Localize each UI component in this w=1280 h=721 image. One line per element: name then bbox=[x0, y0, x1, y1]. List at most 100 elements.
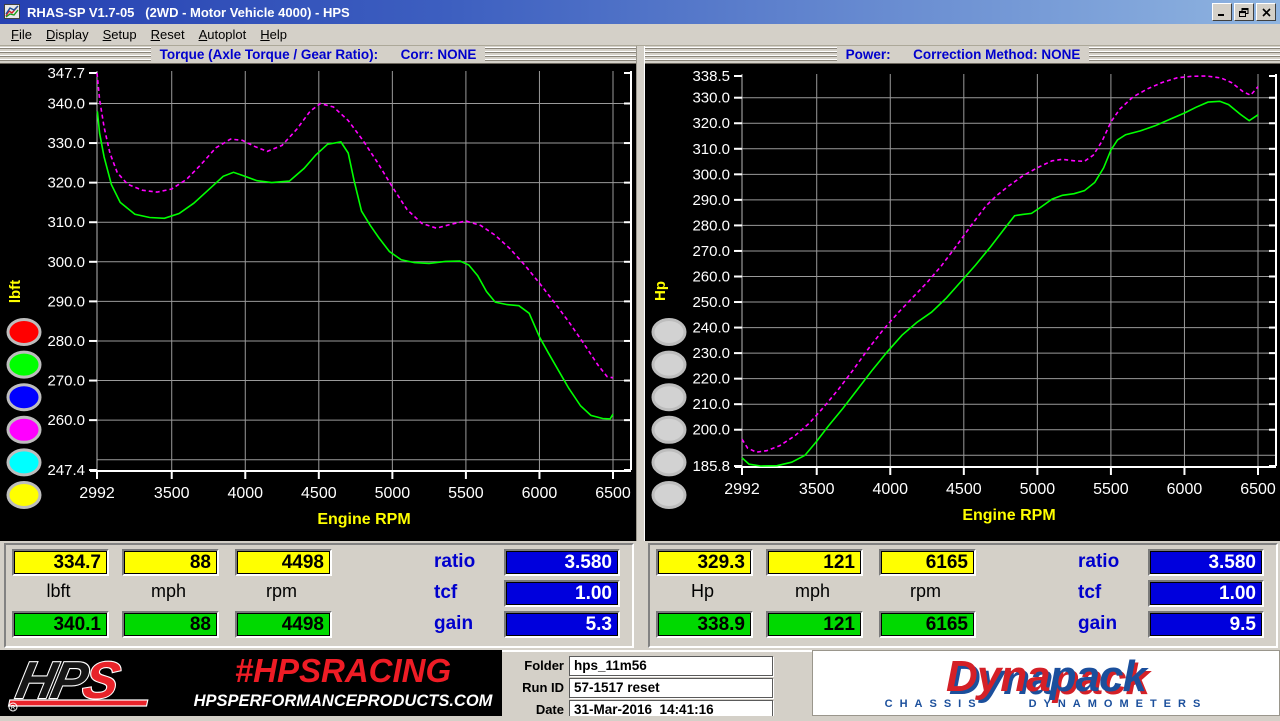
power-peak-mph-value-b: 121 bbox=[766, 611, 863, 638]
svg-text:2992: 2992 bbox=[724, 481, 760, 498]
menu-item-help[interactable]: Help bbox=[253, 25, 294, 44]
series-magenta-dashed-run bbox=[742, 76, 1258, 452]
torque-gain-label: gain bbox=[434, 613, 500, 635]
torque-chart: 347.7340.0330.0320.0310.0300.0290.0280.0… bbox=[0, 64, 636, 541]
svg-text:330.0: 330.0 bbox=[47, 135, 85, 152]
torque-peak-mph-value-a: 88 bbox=[122, 549, 219, 576]
svg-text:270.0: 270.0 bbox=[47, 373, 85, 390]
run-selector-gray-3[interactable] bbox=[653, 385, 685, 410]
svg-text:310.0: 310.0 bbox=[692, 141, 730, 158]
svg-text:270.0: 270.0 bbox=[692, 243, 730, 260]
svg-text:200.0: 200.0 bbox=[692, 422, 730, 439]
svg-text:3500: 3500 bbox=[154, 485, 190, 502]
menu-item-autoplot[interactable]: Autoplot bbox=[192, 25, 254, 44]
power-gain-value: 9.5 bbox=[1148, 611, 1264, 638]
menu-item-file[interactable]: File bbox=[4, 25, 39, 44]
svg-text:347.7: 347.7 bbox=[47, 65, 85, 82]
torque-values-panel: 334.7884498lbftmphrpm340.1884498ratio3.5… bbox=[4, 543, 634, 648]
series-green-solid-run bbox=[742, 101, 1258, 466]
power-peak-rpm-value-b: 6165 bbox=[879, 611, 976, 638]
run-selector-gray-2[interactable] bbox=[653, 352, 685, 377]
svg-text:4500: 4500 bbox=[946, 481, 982, 498]
power-peak-mph-value-a: 121 bbox=[766, 549, 863, 576]
run-selector-blue[interactable] bbox=[8, 385, 40, 410]
run-selector-gray-4[interactable] bbox=[653, 417, 685, 442]
window-title: RHAS-SP V1.7-05 (2WD - Motor Vehicle 400… bbox=[27, 5, 1212, 20]
power-unit-label-mph: mph bbox=[766, 581, 859, 602]
field-input-folder[interactable]: hps_11m56 bbox=[569, 656, 773, 676]
power-tcf-label: tcf bbox=[1078, 582, 1144, 604]
plot-border bbox=[735, 74, 1276, 467]
menu-item-reset[interactable]: Reset bbox=[144, 25, 192, 44]
x-axis-label: Engine RPM bbox=[317, 511, 410, 528]
power-peak-Hp-value-a: 329.3 bbox=[656, 549, 753, 576]
torque-peak-rpm-value-b: 4498 bbox=[235, 611, 332, 638]
torque-unit-label-lbft: lbft bbox=[12, 581, 105, 602]
svg-text:2992: 2992 bbox=[79, 485, 115, 502]
svg-text:4500: 4500 bbox=[301, 485, 337, 502]
app-icon bbox=[4, 4, 22, 20]
minimize-button[interactable] bbox=[1212, 3, 1232, 21]
run-selector-magenta[interactable] bbox=[8, 417, 40, 442]
restore-button[interactable] bbox=[1234, 3, 1254, 21]
menu-item-display[interactable]: Display bbox=[39, 25, 96, 44]
run-selector-gray-1[interactable] bbox=[653, 320, 685, 345]
charts-area: Torque (Axle Torque / Gear Ratio): Corr:… bbox=[0, 46, 1280, 543]
y-axis: 347.7340.0330.0320.0310.0300.0290.0280.0… bbox=[47, 65, 631, 479]
dynapack-logo: Dynapack bbox=[946, 657, 1146, 697]
torque-tcf-label: tcf bbox=[434, 582, 500, 604]
svg-text:6000: 6000 bbox=[1167, 481, 1203, 498]
torque-ratio-value: 3.580 bbox=[504, 549, 620, 576]
svg-text:250.0: 250.0 bbox=[692, 294, 730, 311]
svg-text:320.0: 320.0 bbox=[692, 115, 730, 132]
torque-chart-panel: Torque (Axle Torque / Gear Ratio): Corr:… bbox=[0, 46, 637, 541]
run-selector-gray-6[interactable] bbox=[653, 483, 685, 508]
y-axis-label: Hp bbox=[652, 281, 669, 301]
field-label-folder: Folder bbox=[502, 658, 564, 673]
field-input-run-id[interactable]: 57-1517 reset bbox=[569, 678, 773, 698]
svg-text:4000: 4000 bbox=[227, 485, 263, 502]
power-gain-label: gain bbox=[1078, 613, 1144, 635]
svg-text:185.8: 185.8 bbox=[692, 458, 730, 475]
run-selector-red[interactable] bbox=[8, 320, 40, 345]
power-peak-rpm-value-a: 6165 bbox=[879, 549, 976, 576]
run-selector-cyan[interactable] bbox=[8, 450, 40, 475]
svg-text:300.0: 300.0 bbox=[692, 166, 730, 183]
power-ratio-value: 3.580 bbox=[1148, 549, 1264, 576]
close-button[interactable] bbox=[1256, 3, 1276, 21]
torque-ratio-label: ratio bbox=[434, 551, 500, 573]
power-unit-label-Hp: Hp bbox=[656, 581, 749, 602]
svg-text:290.0: 290.0 bbox=[47, 293, 85, 310]
svg-text:6000: 6000 bbox=[522, 485, 558, 502]
svg-text:260.0: 260.0 bbox=[692, 268, 730, 285]
torque-peak-mph-value-b: 88 bbox=[122, 611, 219, 638]
svg-text:338.5: 338.5 bbox=[692, 68, 730, 85]
run-selector-green[interactable] bbox=[8, 352, 40, 377]
torque-chart-title: Torque (Axle Torque / Gear Ratio): Corr:… bbox=[151, 46, 486, 63]
svg-text:R: R bbox=[11, 706, 16, 712]
torque-chart-header: Torque (Axle Torque / Gear Ratio): Corr:… bbox=[0, 46, 636, 64]
svg-text:280.0: 280.0 bbox=[47, 333, 85, 350]
plot-border bbox=[90, 71, 631, 471]
power-chart: 338.5330.0320.0310.0300.0290.0280.0270.0… bbox=[645, 64, 1280, 541]
svg-text:320.0: 320.0 bbox=[47, 175, 85, 192]
y-axis: 338.5330.0320.0310.0300.0290.0280.0270.0… bbox=[692, 68, 1276, 475]
run-selector-yellow[interactable] bbox=[8, 483, 40, 508]
y-axis-label: lbft bbox=[7, 280, 24, 303]
torque-gain-value: 5.3 bbox=[504, 611, 620, 638]
svg-text:6500: 6500 bbox=[1240, 481, 1276, 498]
power-values-panel: 329.31216165Hpmphrpm338.91216165ratio3.5… bbox=[648, 543, 1278, 648]
hps-website: HPSPERFORMANCEPRODUCTS.COM bbox=[188, 692, 498, 711]
svg-text:5500: 5500 bbox=[1093, 481, 1129, 498]
svg-text:340.0: 340.0 bbox=[47, 95, 85, 112]
field-label-date: Date bbox=[502, 702, 564, 717]
power-peak-Hp-value-b: 338.9 bbox=[656, 611, 753, 638]
x-axis: 29923500400045005000550060006500 bbox=[79, 472, 631, 502]
svg-text:5500: 5500 bbox=[448, 485, 484, 502]
x-axis: 29923500400045005000550060006500 bbox=[724, 468, 1276, 498]
field-label-run-id: Run ID bbox=[502, 680, 564, 695]
svg-text:5000: 5000 bbox=[375, 485, 411, 502]
menu-item-setup[interactable]: Setup bbox=[96, 25, 144, 44]
window-titlebar: RHAS-SP V1.7-05 (2WD - Motor Vehicle 400… bbox=[0, 0, 1280, 24]
run-selector-gray-5[interactable] bbox=[653, 450, 685, 475]
